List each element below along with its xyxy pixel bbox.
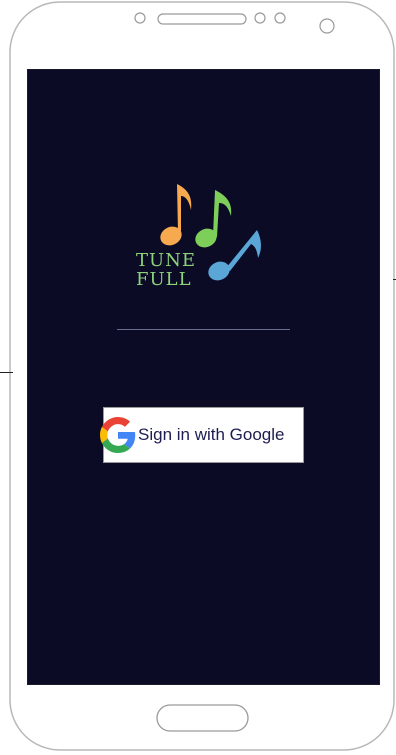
orange-music-note-icon bbox=[160, 184, 192, 246]
logo-text-line1: TUNE bbox=[136, 250, 197, 271]
app-screen: TUNE FULL Sign in with Google bbox=[27, 69, 380, 685]
google-signin-label: Sign in with Google bbox=[138, 425, 285, 444]
side-marker-left bbox=[0, 372, 13, 373]
divider-line bbox=[117, 329, 290, 330]
logo-text-line2: FULL bbox=[136, 269, 192, 290]
logo-text: TUNE FULL bbox=[136, 251, 216, 289]
google-g-icon bbox=[100, 417, 136, 453]
google-signin-button[interactable]: Sign in with Google bbox=[100, 407, 304, 463]
green-music-note-icon bbox=[195, 190, 232, 248]
app-stage: TUNE FULL Sign in with Google bbox=[0, 0, 396, 755]
